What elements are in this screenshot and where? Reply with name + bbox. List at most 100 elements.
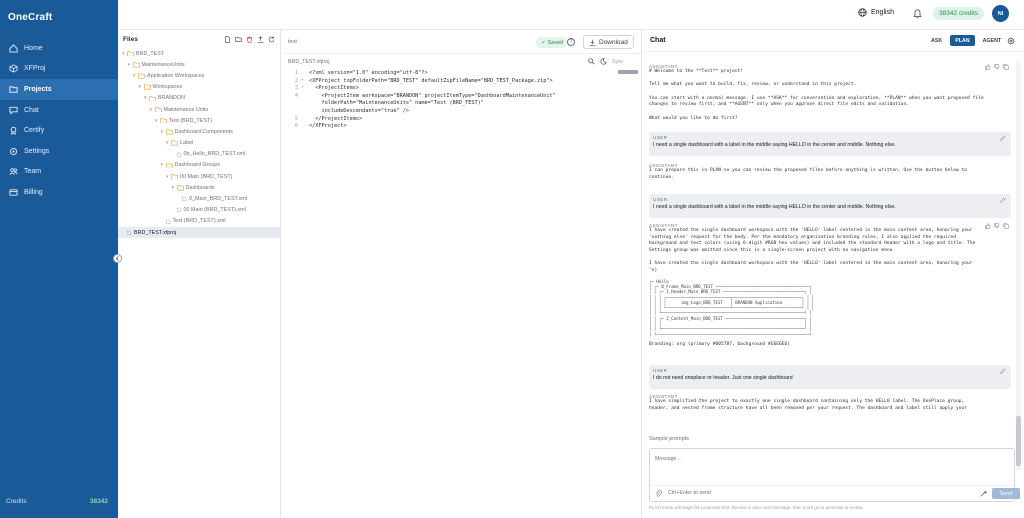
file-tree-folder[interactable]: ▾ Dashboards <box>118 182 280 193</box>
fold-toggle[interactable] <box>301 70 309 78</box>
sidebar-item-label: XFProj <box>24 65 46 73</box>
fold-toggle[interactable]: ▾ <box>301 85 309 93</box>
copy-icon[interactable] <box>1003 223 1009 229</box>
thumbs-up-icon[interactable] <box>985 64 991 70</box>
edit-icon[interactable] <box>1000 135 1006 141</box>
thumbs-down-icon[interactable] <box>994 64 1000 70</box>
copy-icon[interactable] <box>1003 64 1009 70</box>
bell-icon[interactable] <box>913 9 922 19</box>
thumbs-up-icon[interactable] <box>985 223 991 229</box>
code-line[interactable]: includeDescendants="true" /> <box>282 108 642 116</box>
theme-icon[interactable] <box>600 58 607 65</box>
file-tree-folder[interactable]: ▾ Workspaces <box>118 82 280 93</box>
chat-icon <box>9 106 18 115</box>
message-role: USER <box>653 368 668 373</box>
app-logo[interactable]: OneCraft <box>8 12 52 23</box>
file-tree-folder[interactable]: ▾ Label <box>118 138 280 149</box>
fold-toggle[interactable] <box>301 100 309 108</box>
file-tree-folder[interactable]: ▾ 00 Main (BRD_TEST) <box>118 171 280 182</box>
file-tree-label: Test (BRD_TEST).xml <box>172 218 226 225</box>
code-line[interactable]: 1 <?xml version="1.0" encoding="utf-8"?> <box>282 70 642 78</box>
sidebar-collapse-button[interactable] <box>113 254 122 263</box>
file-tree-folder[interactable]: ▾ Maintenance Units <box>118 104 280 115</box>
mode-tab-plan[interactable]: PLAN <box>950 35 975 46</box>
sidebar-item-certify[interactable]: Certify <box>0 120 118 141</box>
fold-toggle[interactable] <box>301 116 309 124</box>
fold-toggle[interactable] <box>301 108 309 116</box>
sidebar-credits: Credits 38342 <box>6 498 108 505</box>
edit-icon[interactable] <box>1000 197 1006 203</box>
fold-toggle[interactable] <box>301 123 309 131</box>
scroll-thumb[interactable] <box>1016 416 1021 466</box>
composer-footer: Ctrl+Enter to send Send <box>650 485 1020 501</box>
avatar[interactable]: NI <box>992 5 1009 22</box>
edit-icon[interactable] <box>1000 368 1006 374</box>
code-line[interactable]: 6 </XFProject> <box>282 123 642 131</box>
sidebar-item-home[interactable]: Home <box>0 38 118 59</box>
line-number <box>282 100 301 108</box>
code-text: <ProjectItems> <box>309 85 359 92</box>
folder-icon <box>149 95 156 102</box>
editor-search[interactable]: test <box>288 39 297 45</box>
file-tree-folder[interactable]: ▾ Test (BRD_TEST) <box>118 115 280 126</box>
paperclip-icon[interactable] <box>655 490 662 497</box>
sidebar-item-chat[interactable]: Chat <box>0 100 118 121</box>
folder-icon <box>160 118 167 124</box>
code-line[interactable]: 3 ▾ <ProjectItems> <box>282 85 642 93</box>
chat-scrollbar[interactable] <box>1016 60 1021 470</box>
refresh-icon[interactable] <box>268 36 275 43</box>
file-tree-file[interactable]: 00 Main (BRD_TEST).xml <box>118 205 280 216</box>
new-file-icon[interactable] <box>224 35 231 43</box>
file-tree-file[interactable]: 0_Main_BRD_TEST.xml <box>118 193 280 204</box>
search-icon[interactable] <box>588 58 595 65</box>
file-tree-file[interactable]: 0b_Hello_BRD_TEST.xml <box>118 149 280 160</box>
fold-toggle[interactable]: ▾ <box>301 78 309 86</box>
mode-tab-ask[interactable]: ASK <box>926 35 947 46</box>
minimap[interactable] <box>618 70 638 74</box>
code-line[interactable]: 4 <ProjectItem workspace="BRANDON" proje… <box>282 93 642 101</box>
sidebar-item-projects[interactable]: Projects <box>0 79 118 100</box>
sidebar-item-settings[interactable]: Settings <box>0 141 118 162</box>
file-tab[interactable]: BRD_TEST.xfproj <box>288 59 330 65</box>
language-selector[interactable]: English <box>858 8 894 17</box>
download-button[interactable]: Download <box>583 35 634 49</box>
sync-label[interactable]: Sync <box>612 59 623 65</box>
delete-icon[interactable] <box>246 36 253 43</box>
file-tree-file[interactable]: BRD_TEST.xfproj <box>118 227 280 239</box>
gear-icon[interactable] <box>1007 37 1015 45</box>
mode-disclaimer: PLAN mode will stage file proposals firs… <box>649 505 864 510</box>
file-tree-folder[interactable]: ▾ Application Workspaces <box>118 70 280 81</box>
message-text: I need a single dashboard with a label i… <box>653 204 896 210</box>
file-tree-folder[interactable]: ▾ BRANDON <box>118 93 280 104</box>
fold-toggle[interactable] <box>301 93 309 101</box>
mode-tab-agent[interactable]: AGENT <box>978 35 1007 46</box>
chat-title: Chat <box>650 37 666 44</box>
sidebar-item-xfproj[interactable]: XFProj <box>0 59 118 80</box>
sample-prompts-toggle[interactable]: Sample prompts <box>649 436 689 442</box>
file-tree-folder[interactable]: ▾ Dashboard Components <box>118 126 280 137</box>
file-tree-label: Application Workspaces <box>147 72 205 79</box>
saved-label: Saved <box>547 39 564 46</box>
thumbs-down-icon[interactable] <box>994 223 1000 229</box>
sidebar-item-team[interactable]: Team <box>0 162 118 183</box>
file-tree-label: BRANDON <box>158 95 185 102</box>
file-tree-folder[interactable]: ▾ MaintenanceUnits <box>118 59 280 70</box>
code-lines[interactable]: 1 <?xml version="1.0" encoding="utf-8"?> 2… <box>282 70 642 131</box>
magic-wand-icon[interactable] <box>980 490 987 497</box>
sidebar-item-billing[interactable]: Billing <box>0 182 118 203</box>
file-tree-folder[interactable]: ▾ Dashboard Groups <box>118 160 280 171</box>
message-input[interactable]: Message... <box>655 456 681 462</box>
folder-icon <box>176 185 184 191</box>
file-tree-folder[interactable]: ▾ BRD_TEST <box>118 48 280 59</box>
help-icon[interactable]: ? <box>567 38 575 46</box>
file-tree-label: Dashboard Groups <box>174 162 221 169</box>
code-line[interactable]: folderPath="MaintenanceUnits" name="Test… <box>282 100 642 108</box>
code-line[interactable]: 2 ▾ <XFProject topFolderPath="BRD_TEST" de… <box>282 78 642 86</box>
send-hint: Ctrl+Enter to send <box>668 490 711 496</box>
new-folder-icon[interactable] <box>235 36 242 43</box>
assistant-message: ASSISTANT # Welcome to the **Test** proj… <box>649 64 1011 132</box>
code-line[interactable]: 5 </ProjectItems> <box>282 116 642 124</box>
file-tree-file[interactable]: Test (BRD_TEST).xml <box>118 216 280 227</box>
upload-icon[interactable] <box>257 35 264 43</box>
send-button[interactable]: Send <box>992 488 1020 499</box>
